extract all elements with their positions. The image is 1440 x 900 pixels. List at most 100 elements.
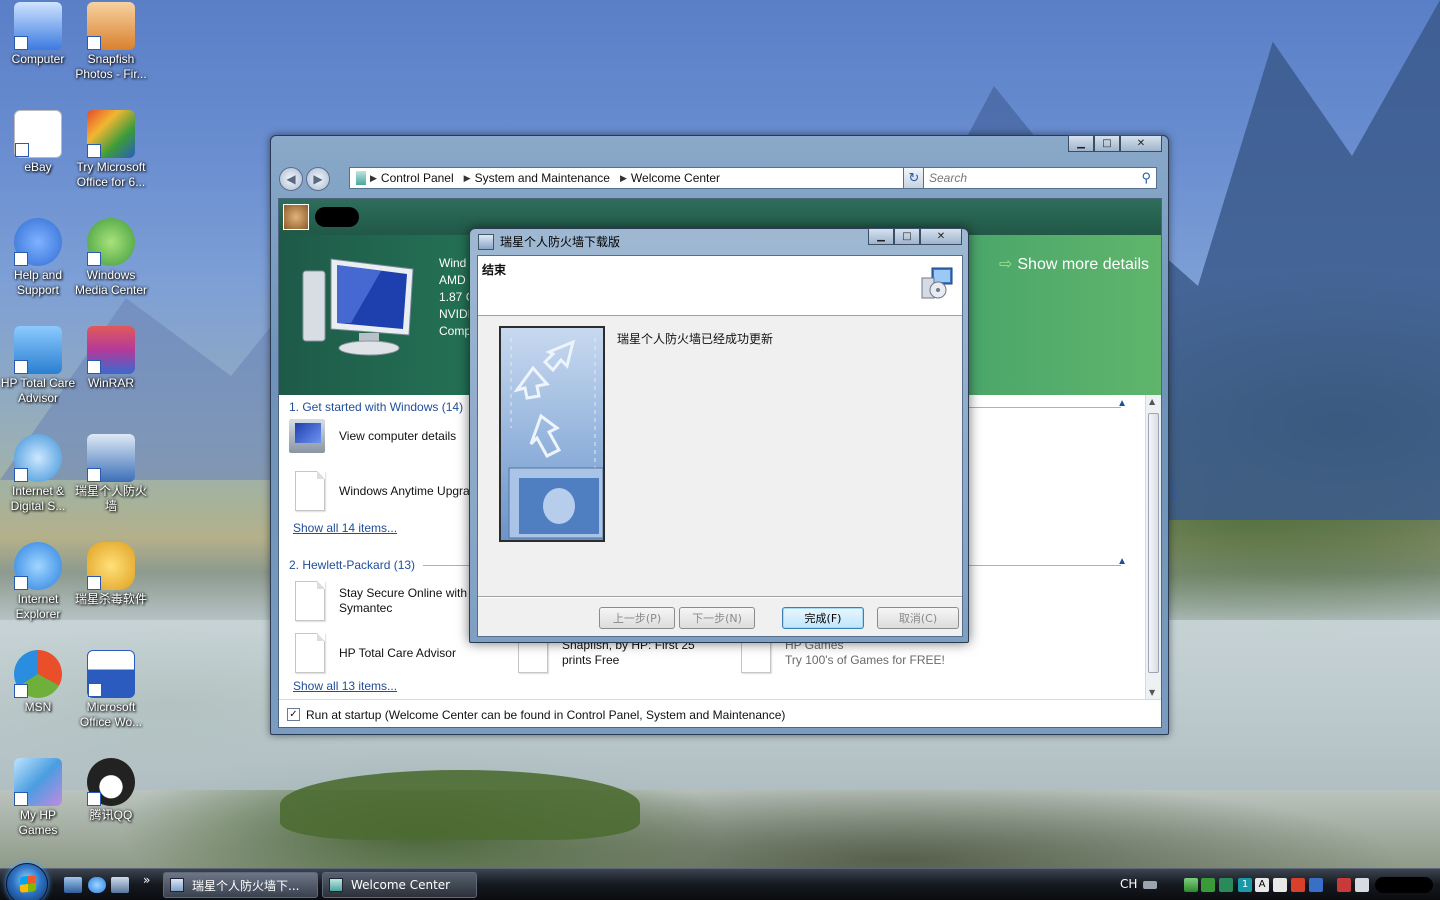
show-more-details-link[interactable]: ⇨ Show more details — [999, 254, 1149, 274]
dialog-minimize-button[interactable]: ▁ — [868, 228, 894, 245]
monitor-small-icon — [289, 419, 325, 453]
arrow-icon: ⇨ — [998, 256, 1013, 273]
breadcrumb-separator-icon: ▶ — [463, 172, 471, 183]
show-all-13-link[interactable]: Show all 13 items... — [293, 679, 397, 693]
desktop-icon-ebay[interactable]: eBay — [0, 110, 76, 175]
word-icon — [87, 650, 135, 698]
dialog-maximize-button[interactable]: □ — [894, 228, 920, 245]
camera-icon — [87, 2, 135, 50]
desktop-icon-help[interactable]: Help and Support — [0, 218, 76, 298]
security-tray-icon[interactable] — [1201, 878, 1215, 892]
show-desktop-icon[interactable] — [64, 877, 82, 893]
search-icon[interactable]: ⚲ — [1141, 170, 1151, 186]
taskbar-button-welcome-center[interactable]: Welcome Center — [322, 872, 477, 898]
desktop-icon-antivirus[interactable]: 瑞星杀毒软件 — [73, 542, 149, 607]
desktop-icon-internet-digital[interactable]: Internet & Digital S... — [0, 434, 76, 514]
desktop-icon-label: Internet & Digital S... — [10, 484, 66, 513]
breadcrumb-system-maintenance[interactable]: System and Maintenance — [471, 171, 616, 185]
navigation-bar: ◀ ▶ ▶ Control Panel ▶ System and Mainten… — [279, 164, 1160, 194]
network-tray-icon[interactable] — [1184, 878, 1198, 892]
back-arrow-icon: ◀ — [286, 172, 296, 186]
volume-icon[interactable] — [1355, 878, 1369, 892]
section-title-hewlett-packard[interactable]: 2. Hewlett-Packard (13) — [289, 558, 415, 572]
list-item-view-computer-details[interactable]: View computer details — [289, 419, 456, 453]
desktop-icon-hp-games[interactable]: My HP Games — [0, 758, 76, 838]
cancel-button[interactable]: 取消(C) — [877, 607, 959, 629]
search-placeholder: Search — [929, 171, 968, 185]
desktop-icon-winrar[interactable]: WinRAR — [73, 326, 149, 391]
wallpaper-riverbank — [280, 770, 640, 840]
search-input[interactable]: Search ⚲ — [923, 167, 1157, 189]
list-item-stay-secure[interactable]: Stay Secure Online with Symantec — [295, 581, 467, 621]
internet-explorer-quicklaunch-icon[interactable] — [88, 877, 106, 893]
dialog-header: 结束 — [478, 256, 962, 316]
run-at-startup-checkbox[interactable]: ✓ — [287, 708, 300, 721]
address-bar[interactable]: ▶ Control Panel ▶ System and Maintenance… — [349, 167, 919, 189]
breadcrumb-welcome-center[interactable]: Welcome Center — [627, 171, 726, 185]
document-icon — [295, 581, 325, 621]
desktop-icon-office-trial[interactable]: Try Microsoft Office for 6... — [73, 110, 149, 190]
forward-button[interactable]: ▶ — [306, 167, 330, 191]
network-status-icon[interactable] — [1337, 878, 1351, 892]
taskbar-button-firewall[interactable]: 瑞星个人防火墙下... — [163, 872, 318, 898]
breadcrumb-separator-icon: ▶ — [370, 172, 377, 183]
next-step-button[interactable]: 下一步(N) — [679, 607, 755, 629]
desktop-icon-firewall[interactable]: 瑞星个人防火墙 — [73, 434, 149, 514]
desktop-icon-label: My HP Games — [18, 808, 58, 837]
control-panel-icon — [329, 878, 343, 892]
show-all-14-link[interactable]: Show all 14 items... — [293, 521, 397, 535]
breadcrumb-control-panel[interactable]: Control Panel — [377, 171, 460, 185]
setup-computer-icon — [921, 267, 953, 299]
firewall-tray-icon[interactable] — [1291, 878, 1305, 892]
desktop-icon-snapfish[interactable]: Snapfish Photos - Fir... — [73, 2, 149, 82]
keyboard-icon[interactable] — [1143, 881, 1157, 889]
minimize-button[interactable]: ▁ — [1068, 135, 1094, 152]
start-button[interactable] — [6, 863, 48, 900]
ime-tray-icon[interactable]: 1 — [1238, 878, 1252, 892]
desktop-icon-label: Snapfish Photos - Fir... — [75, 52, 147, 81]
list-item-hp-total-care[interactable]: HP Total Care Advisor — [295, 633, 456, 673]
desktop-icon-computer[interactable]: Computer — [0, 2, 76, 67]
vertical-scrollbar[interactable]: ▲ ▼ — [1145, 395, 1161, 699]
desktop-icon-word[interactable]: Microsoft Office Wo... — [73, 650, 149, 730]
winrar-icon — [87, 326, 135, 374]
windows-logo-icon — [20, 875, 36, 893]
dialog-titlebar: 瑞星个人防火墙下载版 — [478, 233, 620, 250]
maximize-button[interactable]: □ — [1094, 135, 1120, 152]
list-item-anytime-upgrade[interactable]: Windows Anytime Upgra — [295, 471, 470, 511]
scroll-down-icon[interactable]: ▼ — [1149, 688, 1155, 697]
section-title-get-started[interactable]: 1. Get started with Windows (14) — [289, 400, 463, 414]
collapse-caret-icon[interactable]: ▲ — [1117, 398, 1127, 409]
scrollbar-thumb[interactable] — [1148, 413, 1159, 673]
redacted-username — [315, 207, 359, 227]
desktop-icon-msn[interactable]: MSN — [0, 650, 76, 715]
back-button[interactable]: ◀ — [279, 167, 303, 191]
quicklaunch-overflow-icon[interactable]: » — [143, 873, 150, 887]
language-indicator[interactable]: CH — [1120, 877, 1137, 891]
desktop-icon-internet-explorer[interactable]: Internet Explorer — [0, 542, 76, 622]
caps-lock-tray-icon[interactable]: A — [1255, 878, 1269, 892]
scroll-lock-tray-icon[interactable] — [1273, 878, 1287, 892]
control-panel-icon — [356, 171, 366, 185]
desktop-icon-qq[interactable]: 腾讯QQ — [73, 758, 149, 823]
desktop-icon-media-center[interactable]: Windows Media Center — [73, 218, 149, 298]
installer-icon — [170, 878, 184, 892]
hp-tray-icon[interactable] — [1309, 878, 1323, 892]
taskbar: » 瑞星个人防火墙下... Welcome Center CH 1 A — [0, 863, 1440, 900]
dialog-close-button[interactable]: ✕ — [920, 228, 962, 245]
back-step-button[interactable]: 上一步(P) — [599, 607, 675, 629]
taskbar-button-label: 瑞星个人防火墙下... — [192, 878, 300, 893]
scroll-up-icon[interactable]: ▲ — [1149, 397, 1155, 406]
desktop-icon-hp-care[interactable]: HP Total Care Advisor — [0, 326, 76, 406]
close-button[interactable]: ✕ — [1120, 135, 1162, 152]
finish-button[interactable]: 完成(F) — [782, 607, 864, 629]
desktop-icon-label: Try Microsoft Office for 6... — [76, 160, 146, 189]
antivirus-tray-icon[interactable] — [1219, 878, 1233, 892]
switch-windows-icon[interactable] — [111, 877, 129, 893]
desktop-icon-label: 瑞星个人防火墙 — [74, 484, 147, 513]
firewall-setup-dialog[interactable]: 瑞星个人防火墙下载版 ▁ □ ✕ 结束 瑞星个人防火墙已经成功更新 上一步(P)… — [469, 228, 969, 643]
hp-care-icon — [14, 326, 62, 374]
collapse-caret-icon[interactable]: ▲ — [1117, 556, 1127, 567]
desktop-icon-label: eBay — [24, 160, 52, 174]
refresh-button[interactable]: ↻ — [903, 167, 925, 189]
